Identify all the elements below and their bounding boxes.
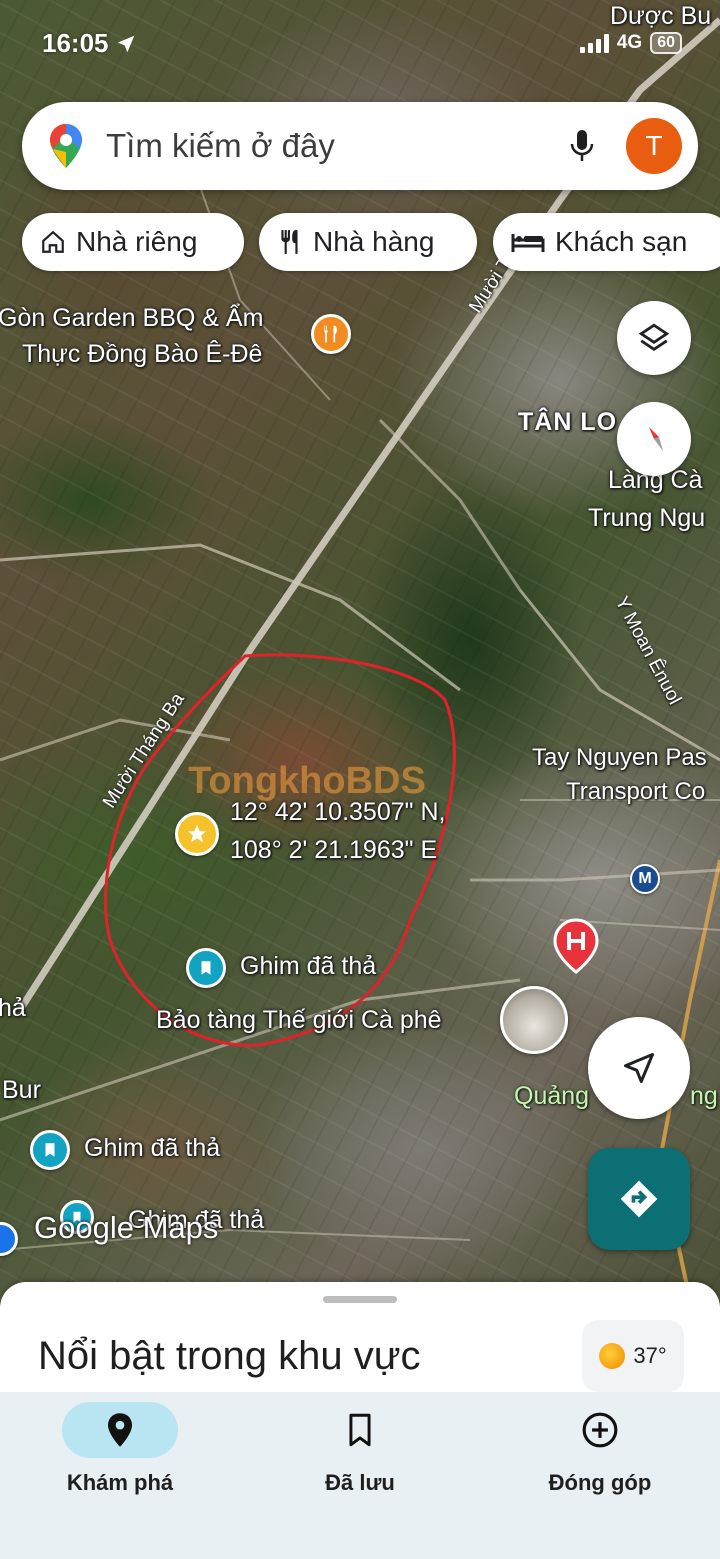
status-time: 16:05	[42, 28, 137, 59]
hospital-poi[interactable]	[553, 918, 599, 974]
add-circle-icon	[582, 1412, 618, 1448]
directions-icon	[620, 1180, 658, 1218]
sun-icon	[599, 1343, 626, 1369]
chip-restaurant-label: Nhà hàng	[313, 226, 435, 257]
nav-explore-label: Khám phá	[66, 1470, 174, 1495]
search-bar[interactable]: Tìm kiếm ở đây T	[22, 102, 698, 190]
nav-contribute[interactable]: Đóng góp	[480, 1402, 720, 1512]
nav-saved-label: Đã lưu	[325, 1470, 395, 1495]
dropped-pin-2[interactable]	[30, 1130, 70, 1170]
layers-icon	[638, 323, 670, 352]
nav-explore[interactable]: Khám phá	[0, 1402, 240, 1512]
signal-icon	[579, 33, 609, 53]
sheet-drag-handle[interactable]	[323, 1296, 397, 1303]
metro-poi[interactable]: M	[630, 864, 660, 894]
museum-label[interactable]: Bảo tàng Thế giới Cà phê	[156, 1006, 442, 1035]
dropped-pin-label-2[interactable]: Ghim đã thả	[84, 1134, 220, 1163]
hospital-marker-icon	[553, 918, 599, 974]
chip-restaurant[interactable]: Nhà hàng	[259, 213, 477, 271]
coordinate-latitude: 12° 42' 10.3507" N,	[230, 798, 446, 826]
battery-icon: 60	[650, 32, 682, 54]
microphone-icon[interactable]	[562, 126, 602, 166]
chip-home-label: Nhà riêng	[76, 226, 198, 257]
bookmark-icon	[45, 1143, 55, 1157]
sheet-title: Nổi bật trong khu vực	[38, 1334, 421, 1378]
location-arrow-icon	[117, 35, 134, 52]
temperature: 37°	[633, 1343, 667, 1368]
nav-contribute-indicator	[542, 1402, 658, 1458]
dropped-star-pin[interactable]	[175, 812, 219, 856]
restaurant-icon	[281, 230, 298, 254]
left-edge-label-1: hả	[0, 994, 26, 1022]
square-label[interactable]: Quảng	[514, 1082, 589, 1111]
chip-hotel-label: Khách sạn	[555, 226, 688, 257]
watermark: TongkhoBDS	[188, 760, 426, 802]
search-input[interactable]: Tìm kiếm ở đây	[106, 127, 562, 165]
chip-home[interactable]: Nhà riêng	[22, 213, 244, 271]
museum-photo-marker[interactable]	[500, 986, 568, 1054]
directions-button[interactable]	[588, 1148, 690, 1250]
dropped-pin-1[interactable]	[186, 948, 226, 988]
nav-saved-indicator	[302, 1402, 418, 1458]
star-icon	[187, 824, 207, 843]
weather-badge[interactable]: 37°	[582, 1320, 684, 1392]
bottom-navigation: Khám phá Đã lưu Đóng góp	[0, 1392, 720, 1559]
compass-icon	[649, 427, 663, 451]
status-indicators: 4G 60	[579, 32, 682, 54]
square-label-tail[interactable]: ng 1	[690, 1082, 720, 1111]
home-icon	[42, 230, 64, 253]
restaurant-label-line1[interactable]: Gòn Garden BBQ & Ẩm	[0, 304, 263, 333]
bookmark-icon	[349, 1413, 371, 1447]
hotel-icon	[511, 234, 545, 252]
google-maps-logo: Google Maps	[34, 1210, 219, 1245]
time-text: 16:05	[42, 28, 109, 58]
bookmark-icon	[201, 961, 211, 975]
location-pin-icon	[108, 1413, 132, 1447]
transport-label-line2[interactable]: Transport Co	[566, 778, 705, 806]
account-avatar[interactable]: T	[626, 118, 682, 174]
navigation-arrow-icon	[624, 1053, 654, 1083]
my-location-button[interactable]	[588, 1017, 690, 1119]
dropped-pin-label-1[interactable]: Ghim đã thả	[240, 952, 376, 981]
nav-saved[interactable]: Đã lưu	[240, 1402, 480, 1512]
metro-icon: M	[638, 870, 652, 887]
transport-label-line1[interactable]: Tay Nguyen Pas	[532, 744, 707, 772]
restaurant-icon	[324, 325, 337, 343]
district-label: TÂN LO	[518, 408, 618, 436]
left-edge-label-2: Bur	[2, 1076, 41, 1104]
coordinate-longitude: 108° 2' 21.1963" E	[230, 836, 438, 864]
nav-explore-indicator	[62, 1402, 178, 1458]
restaurant-poi[interactable]	[311, 314, 351, 354]
nav-contribute-label: Đóng góp	[548, 1470, 652, 1495]
network-type: 4G	[616, 32, 643, 53]
restaurant-label-line2[interactable]: Thực Đồng Bào Ê-Đê	[22, 340, 262, 369]
chip-hotel[interactable]: Khách sạn	[493, 213, 720, 271]
google-maps-pin-icon	[50, 124, 82, 168]
explore-bottom-sheet[interactable]: Nổi bật trong khu vực 37°	[0, 1282, 720, 1397]
compass-button[interactable]	[617, 402, 691, 476]
lang-label-line2[interactable]: Trung Ngu	[588, 504, 705, 533]
place-label-top: Dược Bu	[610, 2, 712, 30]
layers-button[interactable]	[617, 301, 691, 375]
